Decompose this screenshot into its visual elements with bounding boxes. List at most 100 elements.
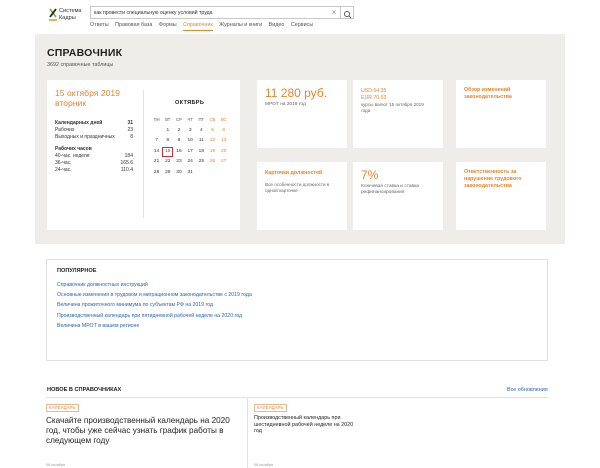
calendar-day[interactable]: 20 [218,147,229,158]
news-section-title: НОВОЕ В СПРАВОЧНИКАХ [47,387,122,393]
popular-link[interactable]: Справочник должностных инструкций [57,280,252,290]
popular-section: ПОПУЛЯРНОЕ Справочник должностных инстру… [46,259,548,361]
stats-label: 24-час. [55,166,72,173]
stats-value: 184 [124,153,133,160]
all-updates-link[interactable]: Все обновления [507,387,548,393]
popular-link[interactable]: Производственный календарь при пятидневн… [57,311,252,321]
calendar-day[interactable]: 24 [185,157,196,168]
stats-value: 8 [130,133,133,140]
popular-title: ПОПУЛЯРНОЕ [57,268,97,274]
stats-label: Календарных дней [55,120,103,126]
calendar-week: 123456 [151,126,237,137]
calendar-day [207,168,218,179]
logo-text: Система Кадры [59,8,82,21]
calendar-day[interactable]: 6 [218,126,229,137]
calendar-day[interactable]: 22 [162,157,173,168]
exchange-rates-card[interactable]: USD 64.35 EUR 70.93 курсы валют 15 октяб… [353,80,443,148]
stats-weekends: Выходных и праздничных 8 [55,134,133,141]
calendar-day [218,168,229,179]
calendar-week: 7 8 9 10 11 12 13 [151,136,237,147]
nav-journals[interactable]: Журналы и книги [219,21,262,31]
calendar-day[interactable]: 23 [173,157,184,168]
stats-workdays: Рабочих 23 [55,127,133,134]
liability-link[interactable]: Ответственность за нарушение трудового з… [464,169,542,190]
main-nav: Ответы Правовая база Формы Справочник Жу… [90,21,320,31]
law-changes-card[interactable]: Обзор изменений законодательства [456,80,546,148]
nav-video[interactable]: Видео [269,21,285,31]
calendar-day[interactable]: 7 [151,136,162,147]
news-headline[interactable]: Производственный календарь при шестиднев… [254,415,354,435]
calendar-day[interactable]: 17 [185,147,196,158]
nav-legal-base[interactable]: Правовая база [115,21,152,31]
job-cards-card[interactable]: Карточки должностей Все особенности долж… [257,162,347,230]
law-changes-link[interactable]: Обзор изменений законодательства [464,87,542,101]
news-headline[interactable]: Скачайте производственный календарь на 2… [46,416,244,447]
calendar-day[interactable]: 27 [218,157,229,168]
search-input[interactable] [94,8,324,18]
nav-reference[interactable]: Справочник [183,21,213,31]
month-title: ОКТЯБРЬ [175,100,205,106]
popular-link[interactable]: Величина МРОТ в вашем регионе [57,321,252,331]
rates-note: курсы валют 15 октября 2019 года [361,102,424,113]
stats-value: 165.6 [120,159,133,166]
calendar-day[interactable]: 3 [185,126,196,137]
stats-label: 36-час. [55,159,72,166]
category-badge[interactable]: КАЛЕНДАРЬ [254,404,287,412]
calendar-day[interactable]: 4 [196,126,207,137]
calendar-day[interactable]: 14 [151,147,162,158]
current-date-text: 15 октября 2019 [55,88,120,98]
usd-rate: USD 64.35 [361,88,387,94]
calendar-day[interactable]: 19 [207,147,218,158]
calendar-day[interactable]: 30 [173,168,184,179]
calendar-day[interactable]: 2 [173,126,184,137]
stats-value: 23 [127,126,133,133]
calendar-day[interactable]: 18 [196,147,207,158]
calendar-day[interactable]: 8 [162,136,173,147]
exchange-rates: USD 64.35 EUR 70.93 [361,88,386,102]
stats-label: Рабочих часов [55,146,92,153]
weekday-name: ЧТ [187,117,193,122]
news-item[interactable]: КАЛЕНДАРЬ Производственный календарь при… [247,398,548,468]
search-icon [343,10,352,19]
mrot-card[interactable]: 11 280 руб. МРОТ на 2019 год [257,80,347,148]
category-badge[interactable]: КАЛЕНДАРЬ [46,404,79,412]
nav-answers[interactable]: Ответы [90,21,109,31]
stats-hours-36: 36-час. 165.6 [55,160,133,167]
current-date: 15 октября 2019 вторник [55,88,120,108]
calendar-day-today[interactable]: 15 [162,146,174,158]
calendar-day [196,168,207,179]
calendar-day[interactable]: 1 [162,126,173,137]
liability-card[interactable]: Ответственность за нарушение трудового з… [456,162,546,230]
calendar-day[interactable]: 29 [162,168,173,179]
calendar-day[interactable]: 21 [151,157,162,168]
calendar-day[interactable]: 9 [173,136,184,147]
logo-line2: Кадры [59,14,76,21]
calendar-day[interactable]: 31 [185,168,196,179]
popular-link[interactable]: Основные изменения в трудовом и миграцио… [57,290,252,300]
page-title: СПРАВОЧНИК [47,47,123,59]
page-subtitle: 3692 справочные таблицы [47,62,114,68]
weekday-name: ПН [153,117,160,122]
calendar-card[interactable]: 15 октября 2019 вторник Календарных дней… [47,80,240,230]
calendar-day[interactable]: 16 [173,147,184,158]
calendar-day[interactable]: 25 [196,157,207,168]
calendar-day[interactable]: 28 [151,168,162,179]
key-rate-card[interactable]: 7% Ключевая ставка и ставка рефинансиров… [353,162,443,230]
calendar-day[interactable]: 11 [196,136,207,147]
weekday-name: СР [176,117,182,122]
calendar-day[interactable]: 26 [207,157,218,168]
logo[interactable]: Система Кадры [47,6,93,28]
current-weekday: вторник [55,98,87,108]
clear-icon[interactable]: × [329,7,339,18]
popular-link[interactable]: Величина прожиточного минимума по субъек… [57,300,252,310]
nav-services[interactable]: Сервисы [291,21,313,31]
logo-icon [49,8,57,21]
nav-forms[interactable]: Формы [159,21,177,31]
calendar-day[interactable]: 10 [185,136,196,147]
calendar-day[interactable]: 12 [207,136,218,147]
news-item[interactable]: КАЛЕНДАРЬ Скачайте производственный кале… [46,398,246,468]
calendar-day[interactable]: 5 [207,126,218,137]
popular-list: Справочник должностных инструкций Основн… [57,280,252,331]
calendar-day[interactable]: 13 [218,136,229,147]
search-button[interactable] [340,7,353,19]
